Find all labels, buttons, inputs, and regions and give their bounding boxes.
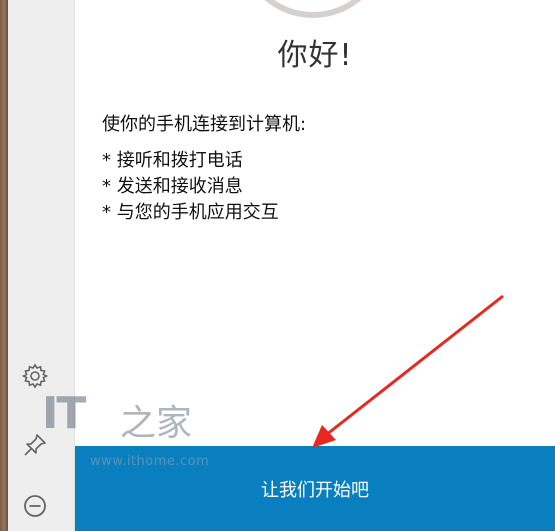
feature-item-apps: * 与您的手机应用交互 xyxy=(102,202,279,223)
watermark-brand: IT xyxy=(42,388,86,439)
watermark-logo: IT 之家 www.ithome.com xyxy=(42,388,209,478)
minus-circle-icon[interactable] xyxy=(20,491,50,521)
app-window: 你好! 使你的手机连接到计算机: * 接听和拨打电话 * 发送和接收消息 * 与… xyxy=(0,0,555,531)
feature-item-calls: * 接听和拨打电话 xyxy=(102,150,243,171)
watermark-brand-suffix: 之家 xyxy=(120,403,193,444)
feature-list: * 接听和拨打电话 * 发送和接收消息 * 与您的手机应用交互 xyxy=(102,148,279,226)
gear-icon[interactable] xyxy=(20,361,50,391)
greeting-title: 你好! xyxy=(277,38,353,73)
watermark-url: www.ithome.com xyxy=(90,454,210,469)
intro-text: 使你的手机连接到计算机: xyxy=(102,114,307,135)
avatar xyxy=(243,0,383,18)
window-edge xyxy=(0,0,8,531)
feature-item-messages: * 发送和接收消息 xyxy=(102,176,243,197)
